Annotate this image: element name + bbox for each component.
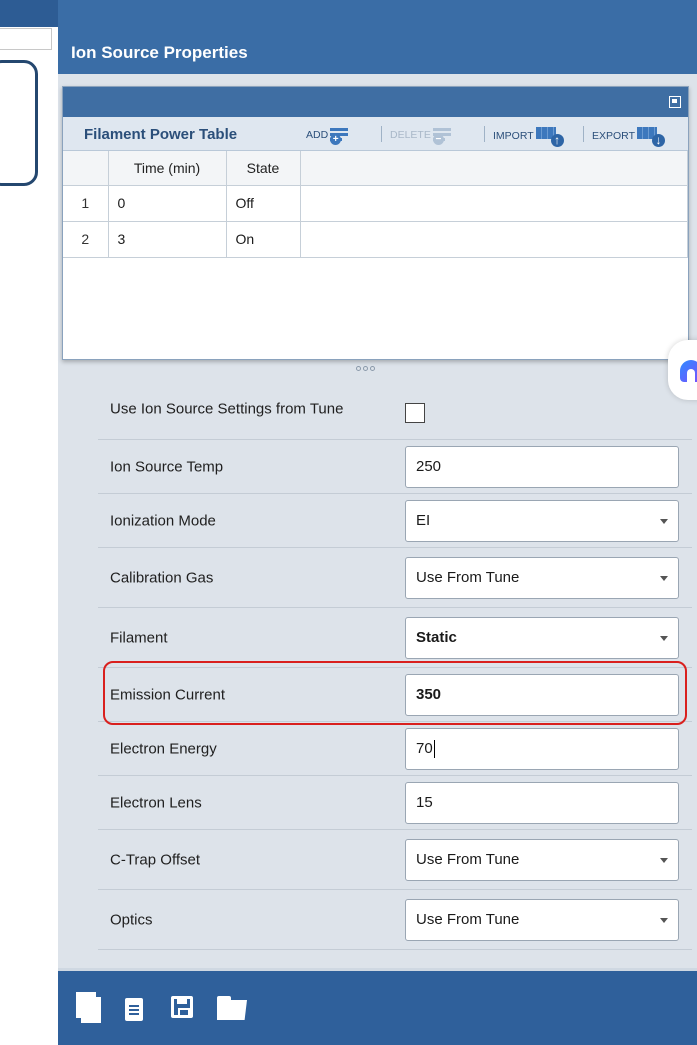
property-row-ionization-mode: Ionization Mode EI bbox=[98, 494, 692, 548]
property-row-c-trap-offset: C-Trap Offset Use From Tune bbox=[98, 830, 692, 890]
chevron-down-icon bbox=[660, 635, 668, 641]
ionization-mode-label: Ionization Mode bbox=[110, 512, 216, 529]
assistant-logo-icon bbox=[680, 360, 697, 382]
calibration-gas-value: Use From Tune bbox=[416, 568, 520, 586]
table-row[interactable]: 1 0 Off bbox=[63, 185, 688, 222]
ionization-mode-dropdown[interactable]: EI bbox=[405, 499, 679, 542]
properties-grid: Use Ion Source Settings from Tune Ion So… bbox=[98, 378, 692, 950]
electron-energy-label: Electron Energy bbox=[110, 740, 217, 757]
import-label: IMPORT bbox=[493, 130, 534, 142]
electron-lens-label: Electron Lens bbox=[110, 794, 202, 811]
background-button[interactable] bbox=[0, 60, 38, 186]
c-trap-offset-dropdown[interactable]: Use From Tune bbox=[405, 838, 679, 881]
property-row-electron-energy: Electron Energy 70 bbox=[98, 722, 692, 776]
c-trap-offset-label: C-Trap Offset bbox=[110, 851, 201, 868]
use-tune-checkbox[interactable] bbox=[405, 403, 425, 424]
copy-icon[interactable] bbox=[76, 992, 102, 1024]
emission-current-input[interactable]: 350 bbox=[405, 673, 679, 716]
chevron-down-icon bbox=[660, 518, 668, 524]
property-row-calibration-gas: Calibration Gas Use From Tune bbox=[98, 548, 692, 608]
column-header-state[interactable]: State bbox=[226, 151, 301, 186]
table-row[interactable]: 2 3 On bbox=[63, 221, 688, 258]
export-label: EXPORT bbox=[592, 130, 635, 142]
panel-header: Ion Source Properties bbox=[58, 0, 697, 74]
import-table-icon: ↑ bbox=[535, 127, 564, 147]
background-title-bar bbox=[0, 0, 58, 27]
ionization-mode-value: EI bbox=[416, 511, 431, 529]
filament-value: Static bbox=[416, 628, 457, 646]
property-row-filament: Filament Static bbox=[98, 608, 692, 668]
c-trap-offset-value: Use From Tune bbox=[416, 850, 520, 868]
electron-energy-value: 70 bbox=[416, 739, 433, 757]
filament-dropdown[interactable]: Static bbox=[405, 616, 679, 659]
delete-rows-icon: − bbox=[432, 127, 457, 145]
filament-label: Filament bbox=[110, 629, 168, 646]
toolbar-separator bbox=[484, 126, 485, 142]
state-cell[interactable]: Off bbox=[226, 185, 301, 222]
export-table-icon: ↓ bbox=[636, 127, 665, 147]
export-button[interactable]: EXPORT ↓ bbox=[592, 127, 665, 147]
text-cursor bbox=[433, 739, 435, 758]
column-header-empty bbox=[300, 151, 688, 186]
open-folder-icon[interactable] bbox=[217, 996, 249, 1020]
optics-value: Use From Tune bbox=[416, 910, 520, 928]
add-rows-icon: + bbox=[330, 127, 354, 145]
property-row-ion-source-temp: Ion Source Temp 250 bbox=[98, 440, 692, 494]
panel-title: Ion Source Properties bbox=[71, 43, 248, 62]
use-tune-label: Use Ion Source Settings from Tune bbox=[110, 400, 344, 417]
time-cell[interactable]: 3 bbox=[108, 221, 227, 258]
ion-source-temp-label: Ion Source Temp bbox=[110, 458, 224, 475]
delete-row-button[interactable]: DELETE − bbox=[390, 127, 457, 145]
assistant-sidebar-button[interactable] bbox=[668, 340, 697, 400]
state-cell[interactable]: On bbox=[226, 221, 301, 258]
row-number-header bbox=[63, 151, 109, 186]
calibration-gas-label: Calibration Gas bbox=[110, 569, 214, 586]
background-window bbox=[0, 0, 58, 1045]
chevron-down-icon bbox=[660, 917, 668, 923]
filament-power-table-window: Filament Power Table ADD + DELETE − IMPO… bbox=[62, 86, 689, 360]
table-toolbar: Filament Power Table ADD + DELETE − IMPO… bbox=[63, 117, 688, 151]
toolbar-separator bbox=[381, 126, 382, 142]
optics-label: Optics bbox=[110, 911, 153, 928]
bottom-toolbar bbox=[58, 971, 697, 1045]
time-cell[interactable]: 0 bbox=[108, 185, 227, 222]
chevron-down-icon bbox=[660, 575, 668, 581]
calibration-gas-dropdown[interactable]: Use From Tune bbox=[405, 556, 679, 599]
row-number: 1 bbox=[63, 185, 109, 222]
column-header-time[interactable]: Time (min) bbox=[108, 151, 227, 186]
splitter-handle[interactable] bbox=[356, 366, 376, 372]
filament-power-table: Time (min) State 1 0 Off 2 3 On bbox=[63, 151, 688, 258]
restore-window-icon[interactable] bbox=[669, 96, 681, 108]
clipboard-icon[interactable] bbox=[125, 995, 143, 1021]
row-number: 2 bbox=[63, 221, 109, 258]
empty-cell bbox=[300, 185, 688, 222]
table-title: Filament Power Table bbox=[84, 126, 238, 143]
toolbar-separator bbox=[583, 126, 584, 142]
property-row-emission-current: Emission Current 350 bbox=[98, 668, 692, 722]
emission-current-label: Emission Current bbox=[110, 686, 226, 703]
background-input[interactable] bbox=[0, 28, 52, 50]
save-icon[interactable] bbox=[171, 996, 193, 1018]
add-label: ADD bbox=[306, 129, 329, 141]
electron-energy-input[interactable]: 70 bbox=[405, 727, 679, 770]
table-header-row: Time (min) State bbox=[63, 151, 688, 186]
chevron-down-icon bbox=[660, 857, 668, 863]
import-button[interactable]: IMPORT ↑ bbox=[493, 127, 564, 147]
property-row-optics: Optics Use From Tune bbox=[98, 890, 692, 950]
empty-cell bbox=[300, 221, 688, 258]
ion-source-temp-input[interactable]: 250 bbox=[405, 445, 679, 488]
delete-label: DELETE bbox=[390, 129, 431, 141]
electron-lens-input[interactable]: 15 bbox=[405, 781, 679, 824]
optics-dropdown[interactable]: Use From Tune bbox=[405, 898, 679, 941]
add-row-button[interactable]: ADD + bbox=[306, 127, 354, 145]
property-row-use-tune: Use Ion Source Settings from Tune bbox=[98, 378, 692, 440]
table-window-titlebar bbox=[63, 87, 688, 117]
property-row-electron-lens: Electron Lens 15 bbox=[98, 776, 692, 830]
ion-source-properties-panel: Ion Source Properties Filament Power Tab… bbox=[58, 0, 697, 1045]
